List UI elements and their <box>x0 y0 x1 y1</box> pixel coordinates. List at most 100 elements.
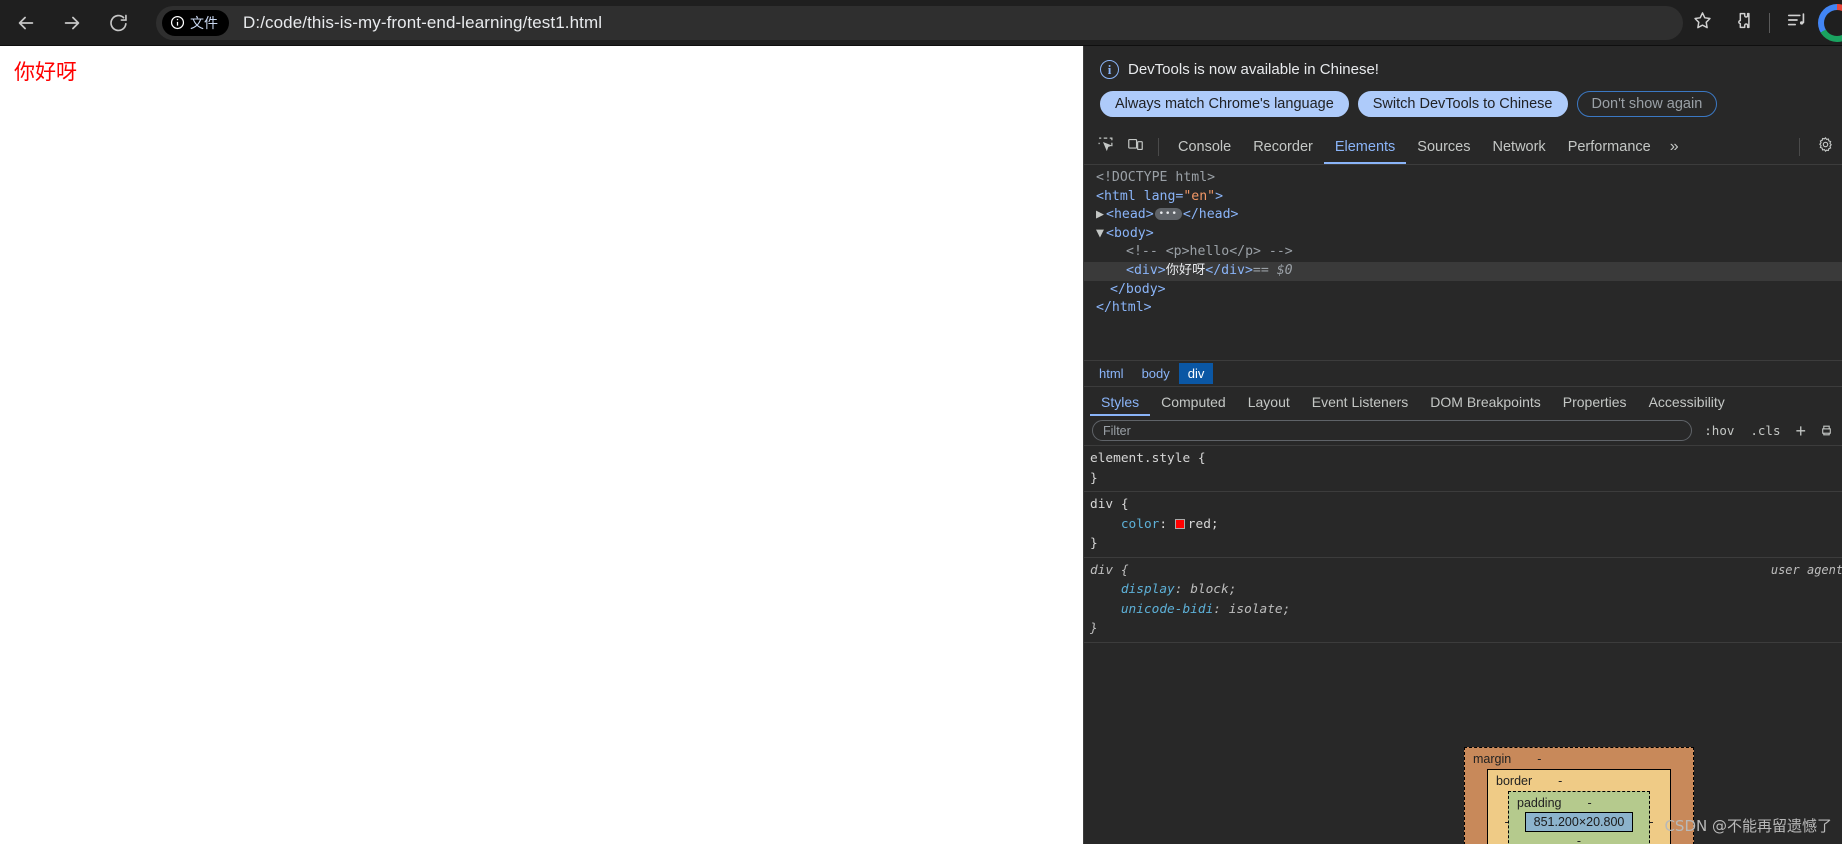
url-text[interactable]: D:/code/this-is-my-front-end-learning/te… <box>243 13 602 33</box>
more-tabs-button[interactable]: » <box>1662 129 1687 164</box>
ua-rule-selector: div { <box>1090 562 1129 578</box>
tab-properties[interactable]: Properties <box>1552 387 1638 416</box>
div-rule-close: } <box>1090 536 1098 551</box>
csdn-watermark: CSDN @不能再留遗憾了 <box>1664 817 1832 835</box>
property-name-color[interactable]: color <box>1121 517 1160 532</box>
tab-performance[interactable]: Performance <box>1557 129 1662 164</box>
devtools-language-banner: i DevTools is now available in Chinese! … <box>1084 46 1842 129</box>
switch-to-chinese-button[interactable]: Switch DevTools to Chinese <box>1357 91 1568 117</box>
new-style-rule-button[interactable]: + <box>1792 422 1809 440</box>
padding-label: padding <box>1517 795 1562 810</box>
margin-top-value[interactable]: - <box>1537 752 1541 766</box>
browser-window: 文件 D:/code/this-is-my-front-end-learning… <box>0 0 1842 844</box>
box-model-border[interactable]: border - padding - - 851.200×20.800 - - <box>1487 768 1671 844</box>
box-model-padding[interactable]: padding - - 851.200×20.800 - - <box>1504 790 1654 844</box>
address-bar[interactable]: 文件 D:/code/this-is-my-front-end-learning… <box>156 5 1683 40</box>
settings-button[interactable] <box>1808 132 1842 162</box>
dom-tree[interactable]: <!DOCTYPE html> <html lang="en"> ▶ <head>… <box>1084 165 1842 360</box>
dom-line-doctype[interactable]: <!DOCTYPE html> <box>1084 169 1842 188</box>
property-value-color[interactable]: red <box>1188 517 1211 532</box>
reload-icon <box>108 12 129 33</box>
padding-right-value[interactable]: - <box>1649 815 1653 829</box>
padding-top-value[interactable]: - <box>1588 796 1592 810</box>
dom-line-body-open[interactable]: ▼ <body> <box>1084 225 1842 244</box>
bookmark-button[interactable] <box>1683 4 1721 42</box>
hov-toggle-button[interactable]: :hov <box>1700 423 1738 438</box>
dom-line-html-close[interactable]: </html> <box>1084 299 1842 318</box>
html-tag-open: <html lang= <box>1096 188 1184 204</box>
extensions-button[interactable] <box>1723 4 1761 42</box>
html-comment: <!-- <p>hello</p> --> <box>1126 244 1293 260</box>
div-rule-selector[interactable]: div { <box>1084 495 1842 515</box>
forward-button[interactable] <box>52 3 92 43</box>
reload-button[interactable] <box>98 3 138 43</box>
rule-div-author[interactable]: test div { color: red; } <box>1084 492 1842 558</box>
content-size[interactable]: 851.200×20.800 <box>1524 811 1634 832</box>
tab-layout[interactable]: Layout <box>1237 387 1301 416</box>
content-row: - 851.200×20.800 - <box>1504 811 1654 832</box>
tab-styles[interactable]: Styles <box>1090 387 1150 416</box>
html-tag-close-bracket: > <box>1215 188 1224 204</box>
toolbar-divider <box>1769 12 1770 33</box>
breadcrumb-div[interactable]: div <box>1178 363 1214 384</box>
collapse-triangle-icon[interactable]: ▼ <box>1096 225 1106 244</box>
breadcrumb-html[interactable]: html <box>1090 363 1133 384</box>
site-info-chip[interactable]: 文件 <box>162 9 229 36</box>
banner-buttons: Always match Chrome's language Switch De… <box>1100 91 1826 117</box>
element-style-selector[interactable]: element.style { <box>1084 449 1842 469</box>
rule-div-user-agent[interactable]: user agent sty div { display: block; uni… <box>1084 558 1842 643</box>
tab-elements[interactable]: Elements <box>1324 129 1406 164</box>
color-swatch[interactable] <box>1174 518 1185 529</box>
dom-line-html-open[interactable]: <html lang="en"> <box>1084 188 1842 207</box>
rule-source-user-agent: user agent sty <box>1770 562 1842 577</box>
border-top-value[interactable]: - <box>1558 774 1562 788</box>
back-button[interactable] <box>6 3 46 43</box>
page-div-hello: 你好呀 <box>14 60 77 84</box>
media-control-button[interactable] <box>1778 4 1816 42</box>
device-toolbar-button[interactable] <box>1120 133 1150 161</box>
selected-node-marker: == $0 <box>1252 262 1293 278</box>
print-media-button[interactable] <box>1817 422 1836 440</box>
cls-toggle-button[interactable]: .cls <box>1746 423 1784 438</box>
box-model-margin[interactable]: margin - border - padding - - 851.200×20… <box>1464 746 1694 844</box>
dom-line-comment[interactable]: <!-- <p>hello</p> --> <box>1084 243 1842 262</box>
html-tag-close: </html> <box>1096 300 1152 316</box>
expand-triangle-icon[interactable]: ▶ <box>1096 206 1106 225</box>
padding-bottom-value[interactable]: - <box>1517 834 1641 844</box>
declaration-color[interactable]: color: red; <box>1084 515 1842 535</box>
styles-filter-input[interactable] <box>1092 420 1693 441</box>
tab-recorder[interactable]: Recorder <box>1242 129 1324 164</box>
padding-left-value[interactable]: - <box>1504 815 1508 829</box>
tab-dom-breakpoints[interactable]: DOM Breakpoints <box>1419 387 1551 416</box>
element-style-close: } <box>1090 470 1098 486</box>
back-arrow-icon <box>15 12 37 34</box>
tab-event-listeners[interactable]: Event Listeners <box>1301 387 1420 416</box>
avatar[interactable] <box>1818 3 1842 42</box>
border-label-row: border - <box>1496 774 1662 788</box>
breadcrumb: html body div <box>1084 360 1842 386</box>
declaration-display: display: block; <box>1120 582 1237 597</box>
property-name-unicode-bidi: unicode-bidi <box>1120 601 1214 617</box>
tab-console[interactable]: Console <box>1167 129 1242 164</box>
page-viewport: 你好呀 <box>0 46 1083 844</box>
always-match-language-button[interactable]: Always match Chrome's language <box>1100 91 1349 117</box>
devtools-toolbar-right <box>1791 132 1842 162</box>
inspect-element-button[interactable] <box>1090 133 1120 161</box>
dont-show-again-button[interactable]: Don't show again <box>1576 91 1718 117</box>
banner-message: DevTools is now available in Chinese! <box>1128 61 1379 78</box>
margin-label-row: margin - <box>1473 752 1685 766</box>
div-text-node: 你好呀 <box>1165 262 1206 278</box>
tab-sources[interactable]: Sources <box>1406 129 1481 164</box>
tab-accessibility[interactable]: Accessibility <box>1638 387 1736 416</box>
collapsed-children-badge[interactable]: ••• <box>1154 208 1182 221</box>
dom-line-head[interactable]: ▶ <head> ••• </head> <box>1084 206 1842 225</box>
tab-network[interactable]: Network <box>1482 129 1557 164</box>
rule-element-style[interactable]: element.style { } <box>1084 446 1842 492</box>
dom-line-div-selected[interactable]: •••<div>你好呀</div>== $0 <box>1084 261 1842 281</box>
styles-filter-bar: :hov .cls + <box>1084 416 1842 446</box>
tab-computed[interactable]: Computed <box>1150 387 1237 416</box>
inspect-element-icon <box>1097 136 1114 158</box>
device-toolbar-icon <box>1127 136 1144 158</box>
dom-line-body-close[interactable]: </body> <box>1084 281 1842 300</box>
breadcrumb-body[interactable]: body <box>1133 363 1179 384</box>
